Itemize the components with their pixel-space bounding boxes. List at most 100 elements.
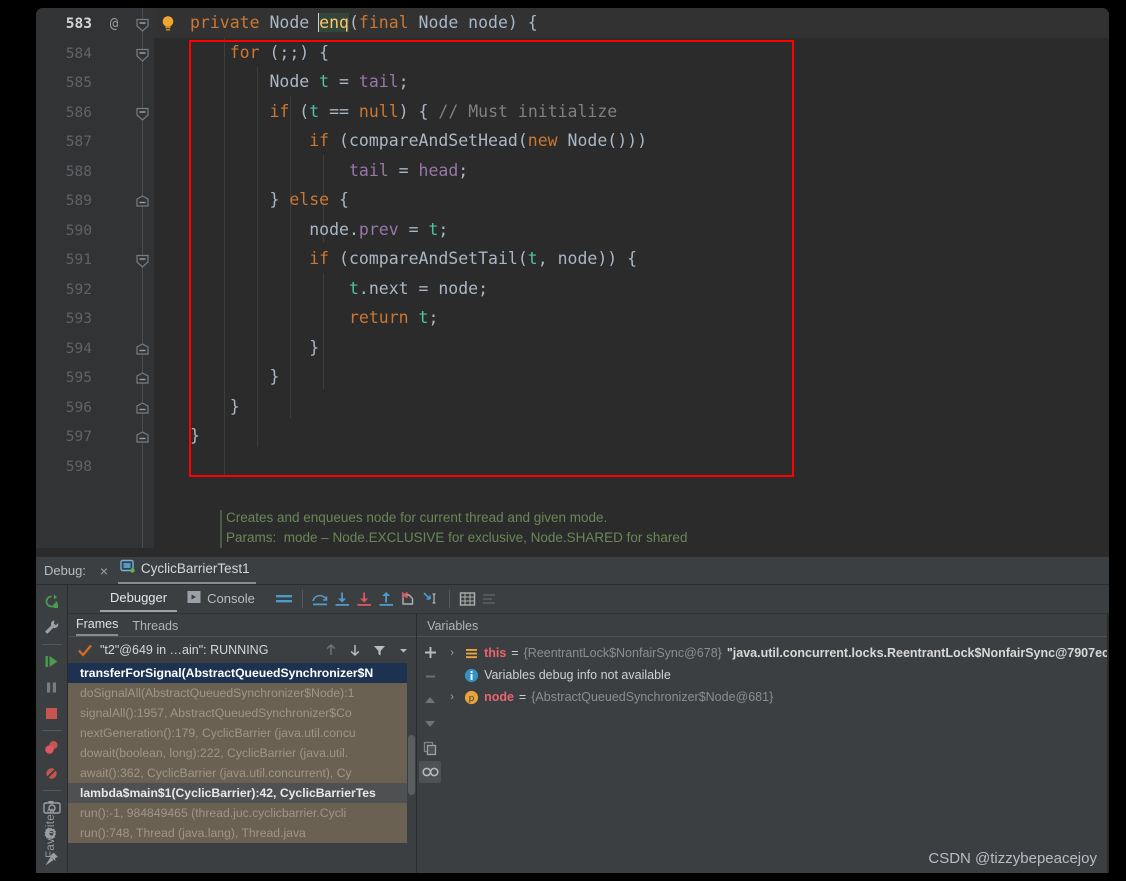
frame-item[interactable]: run():748, Thread (java.lang), Thread.ja… bbox=[68, 823, 416, 843]
variable-row[interactable]: Variables debug info not available bbox=[443, 664, 1109, 686]
code-line[interactable]: for (;;) { bbox=[154, 38, 1109, 68]
step-over-icon[interactable] bbox=[310, 589, 332, 609]
code-fold-marker-icon[interactable] bbox=[135, 394, 150, 424]
frames-scrollbar-thumb[interactable] bbox=[408, 735, 415, 795]
frame-up-icon[interactable] bbox=[322, 641, 340, 659]
frames-pane[interactable]: Frames Threads "t2"@649 in …ain": RUNNI bbox=[68, 614, 417, 873]
code-line[interactable]: if (t == null) { // Must initialize bbox=[154, 97, 1109, 127]
code-line[interactable]: t.next = node; bbox=[154, 274, 1109, 304]
edit-configurations-icon[interactable] bbox=[39, 614, 65, 640]
run-to-cursor-icon[interactable] bbox=[420, 589, 442, 609]
code-fold-marker-icon[interactable] bbox=[135, 187, 150, 217]
code-line[interactable]: return t; bbox=[154, 303, 1109, 333]
frame-item[interactable]: nextGeneration():179, CyclicBarrier (jav… bbox=[68, 723, 416, 743]
frame-item[interactable]: signalAll():1957, AbstractQueuedSynchron… bbox=[68, 703, 416, 723]
line-number: 592 bbox=[40, 276, 92, 306]
filter-icon[interactable] bbox=[370, 641, 388, 659]
frame-item[interactable]: await():362, CyclicBarrier (java.util.co… bbox=[68, 763, 416, 783]
code-fold-marker-icon[interactable] bbox=[135, 10, 150, 40]
drop-frame-icon[interactable] bbox=[398, 589, 420, 609]
rerun-icon[interactable] bbox=[39, 588, 65, 614]
code-fold-marker-icon[interactable] bbox=[135, 99, 150, 129]
tab-frames[interactable]: Frames bbox=[76, 617, 118, 636]
step-out-icon[interactable] bbox=[376, 589, 398, 609]
chevron-down-icon[interactable] bbox=[394, 641, 412, 659]
tab-threads[interactable]: Threads bbox=[132, 619, 178, 636]
code-line[interactable]: } bbox=[154, 333, 1109, 363]
line-number: 597 bbox=[40, 423, 92, 453]
code-fold-marker-icon[interactable] bbox=[135, 40, 150, 70]
code-fold-marker-icon[interactable] bbox=[135, 335, 150, 365]
override-marker-icon[interactable]: @ bbox=[104, 10, 124, 40]
code-editor[interactable]: Returns: node's predecessor 583@58458558… bbox=[36, 8, 1109, 548]
frame-item[interactable]: dowait(boolean, long):222, CyclicBarrier… bbox=[68, 743, 416, 763]
tab-debugger-label: Debugger bbox=[110, 590, 167, 605]
code-line[interactable] bbox=[154, 451, 1109, 481]
doc-popup: Creates and enqueues node for current th… bbox=[226, 508, 826, 548]
code-line[interactable]: if (compareAndSetHead(new Node())) bbox=[154, 126, 1109, 156]
stop-icon[interactable] bbox=[39, 701, 65, 727]
code-token: = bbox=[399, 220, 429, 239]
favorites-label[interactable]: Favorites bbox=[45, 784, 57, 858]
variables-tree[interactable]: ›this = {ReentrantLock$NonfairSync@678} … bbox=[443, 637, 1109, 783]
frame-item[interactable]: run():-1, 984849465 (thread.juc.cyclicba… bbox=[68, 803, 416, 823]
inspect-icon[interactable] bbox=[419, 761, 441, 783]
line-number: 598 bbox=[40, 453, 92, 483]
code-line[interactable]: node.prev = t; bbox=[154, 215, 1109, 245]
chevron-right-icon[interactable]: › bbox=[445, 647, 459, 659]
code-token: ( bbox=[289, 102, 309, 121]
code-fold-marker-icon[interactable] bbox=[135, 246, 150, 276]
debug-session-tab[interactable]: CyclicBarrierTest1 bbox=[118, 557, 256, 584]
code-area[interactable]: private Node enq(final Node node) { for … bbox=[154, 8, 1109, 548]
frame-down-icon[interactable] bbox=[346, 641, 364, 659]
thread-selector[interactable]: "t2"@649 in …ain": RUNNING bbox=[68, 637, 416, 663]
frame-item[interactable]: transferForSignal(AbstractQueuedSynchron… bbox=[68, 663, 416, 683]
tab-console[interactable]: Console bbox=[177, 586, 265, 612]
add-watch-icon[interactable] bbox=[419, 641, 441, 663]
code-token: (compareAndSetHead( bbox=[329, 131, 528, 150]
variable-row[interactable]: ›this = {ReentrantLock$NonfairSync@678} … bbox=[443, 642, 1109, 664]
tab-frames-label: Frames bbox=[76, 617, 118, 631]
code-line[interactable]: } bbox=[154, 362, 1109, 392]
debug-toolbar[interactable]: Debugger Console bbox=[36, 585, 1109, 614]
view-breakpoints-icon[interactable] bbox=[39, 734, 65, 760]
copy-icon[interactable] bbox=[419, 737, 441, 759]
mute-breakpoints-icon[interactable] bbox=[273, 589, 295, 609]
remove-watch-icon[interactable] bbox=[419, 665, 441, 687]
intention-bulb-icon[interactable] bbox=[160, 13, 178, 33]
tab-debugger[interactable]: Debugger bbox=[100, 586, 177, 612]
code-line[interactable]: } bbox=[154, 392, 1109, 422]
frames-list[interactable]: transferForSignal(AbstractQueuedSynchron… bbox=[68, 663, 416, 843]
move-up-icon[interactable] bbox=[419, 689, 441, 711]
variables-pane[interactable]: Variables bbox=[417, 614, 1109, 873]
debug-side-toolbar[interactable]: Favorites bbox=[36, 585, 68, 873]
variables-side-toolbar[interactable] bbox=[417, 637, 443, 783]
frames-pane-tabs[interactable]: Frames Threads bbox=[68, 614, 416, 637]
code-line[interactable]: private Node enq(final Node node) { bbox=[154, 8, 1109, 38]
code-token: t bbox=[309, 102, 319, 121]
chevron-right-icon[interactable]: › bbox=[445, 691, 459, 703]
code-line[interactable]: Node t = tail; bbox=[154, 67, 1109, 97]
editor-gutter[interactable]: 583@584585586587588589590591592593594595… bbox=[36, 8, 154, 548]
code-fold-marker-icon[interactable] bbox=[135, 364, 150, 394]
step-into-icon[interactable] bbox=[332, 589, 354, 609]
layout-settings-icon[interactable] bbox=[479, 589, 501, 609]
frames-scrollbar[interactable] bbox=[407, 663, 416, 873]
code-line[interactable]: } else { bbox=[154, 185, 1109, 215]
evaluate-expression-icon[interactable] bbox=[457, 589, 479, 609]
frame-item[interactable]: doSignalAll(AbstractQueuedSynchronizer$N… bbox=[68, 683, 416, 703]
frame-item[interactable]: lambda$main$1(CyclicBarrier):42, CyclicB… bbox=[68, 783, 416, 803]
pause-program-icon[interactable] bbox=[39, 674, 65, 700]
variable-row[interactable]: ›pnode = {AbstractQueuedSynchronizer$Nod… bbox=[443, 686, 1109, 708]
close-icon[interactable]: × bbox=[96, 563, 112, 579]
debug-tool-window[interactable]: Debug: × CyclicBarrierTest1 Debugger bbox=[36, 556, 1109, 873]
code-line[interactable]: } bbox=[154, 421, 1109, 451]
code-line[interactable]: tail = head; bbox=[154, 156, 1109, 186]
force-step-into-icon[interactable] bbox=[354, 589, 376, 609]
resume-program-icon[interactable] bbox=[39, 648, 65, 674]
code-token bbox=[190, 279, 349, 298]
code-line[interactable]: if (compareAndSetTail(t, node)) { bbox=[154, 244, 1109, 274]
mute-breakpoints-icon[interactable] bbox=[39, 760, 65, 786]
code-fold-marker-icon[interactable] bbox=[135, 423, 150, 453]
move-down-icon[interactable] bbox=[419, 713, 441, 735]
